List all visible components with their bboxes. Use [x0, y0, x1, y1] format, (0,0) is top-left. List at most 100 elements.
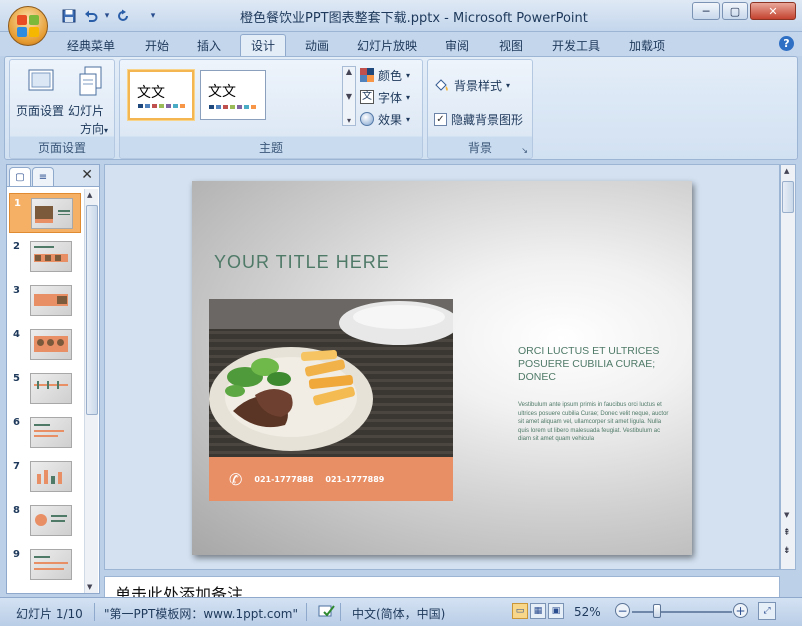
office-logo-icon [17, 15, 39, 37]
tab-slideshow[interactable]: 幻灯片放映 [350, 34, 424, 56]
slide-thumbnail[interactable]: 2 [9, 237, 81, 277]
slide-subheading[interactable]: ORCI LUCTUS ET ULTRICES POSUERE CUBILIA … [518, 345, 668, 384]
slide-number: 6 [13, 417, 20, 428]
tab-view[interactable]: 视图 [490, 34, 532, 56]
notes-pane[interactable]: 单击此处添加备注 [104, 576, 780, 598]
scrollbar-thumb[interactable] [86, 205, 98, 415]
tab-developer[interactable]: 开发工具 [544, 34, 608, 56]
tab-animations[interactable]: 动画 [296, 34, 338, 56]
ribbon-tabs: 经典菜单 开始 插入 设计 动画 幻灯片放映 审阅 视图 开发工具 加载项 [0, 32, 802, 56]
chevron-down-icon: ▾ [406, 114, 411, 124]
scroll-down-icon[interactable]: ▼ [346, 92, 352, 101]
page-setup-icon [28, 68, 54, 97]
redo-icon[interactable] [114, 7, 132, 25]
scrollbar-thumb[interactable] [782, 181, 794, 213]
save-icon[interactable] [60, 7, 78, 25]
slide-thumbnail[interactable]: 1 [9, 193, 81, 233]
next-slide-icon[interactable]: ⇟ [783, 547, 791, 556]
background-styles-button[interactable]: 背景样式 ▾ [434, 76, 510, 94]
tab-insert[interactable]: 插入 [188, 34, 230, 56]
theme-name[interactable]: "第一PPT模板网：www.1ppt.com" [104, 605, 298, 622]
theme-fonts-button[interactable]: 文 字体 ▾ [360, 88, 410, 106]
close-button[interactable]: ✕ [750, 2, 796, 20]
slide-thumbnail[interactable]: 3 [9, 281, 81, 321]
tab-addins[interactable]: 加载项 [620, 34, 674, 56]
gallery-expand-icon[interactable]: ▾ [347, 116, 351, 125]
chevron-down-icon: ▾ [506, 80, 511, 90]
scroll-up-icon[interactable]: ▲ [346, 67, 352, 76]
outline-tab-icon[interactable]: ≡ [32, 167, 54, 186]
zoom-slider-track[interactable] [632, 611, 732, 613]
chevron-down-icon: ▾ [406, 70, 411, 80]
zoom-in-button[interactable]: + [733, 603, 748, 618]
hide-background-graphics[interactable]: ✓ 隐藏背景图形 [434, 110, 523, 128]
group-page-setup: 页面设置 幻灯片 方向▾ 页面设置 [9, 59, 115, 159]
slide-sorter-view-icon[interactable]: ▦ [530, 603, 546, 619]
theme-fonts-label: 字体 [378, 90, 403, 105]
scroll-up-icon[interactable]: ▲ [87, 191, 92, 199]
language-indicator[interactable]: 中文(简体，中国) [352, 605, 445, 622]
notes-placeholder[interactable]: 单击此处添加备注 [115, 581, 243, 597]
slide-thumbnail[interactable]: 5 [9, 369, 81, 409]
editor-scrollbar[interactable]: ▲ ▼ ⇞ ⇟ [780, 164, 796, 570]
slide-orientation-button[interactable]: 幻灯片 方向▾ [68, 64, 110, 136]
slides-tab-icon[interactable]: ▢ [9, 167, 31, 186]
slide-thumbnail[interactable]: 6 [9, 413, 81, 453]
maximize-button[interactable]: ▢ [722, 2, 748, 20]
scroll-down-icon[interactable]: ▼ [87, 583, 92, 591]
slide-body-text[interactable]: Vestibulum ante ipsum primis in faucibus… [518, 401, 670, 444]
slide-orientation-label-2: 方向 [80, 122, 105, 136]
thumbnail-image [30, 373, 72, 404]
scroll-up-icon[interactable]: ▲ [784, 167, 789, 175]
theme-office[interactable]: 文文 [128, 70, 194, 120]
pane-tabs: ▢ ≡ ✕ [7, 165, 99, 187]
thumbnail-image [30, 505, 72, 536]
status-separator [306, 603, 307, 621]
theme-gallery-scroll[interactable]: ▲ ▼ ▾ [342, 66, 356, 126]
theme-colors-button[interactable]: 颜色 ▾ [360, 66, 410, 84]
page-setup-button[interactable]: 页面设置 [16, 64, 64, 126]
slide-number: 8 [13, 505, 20, 516]
slide-canvas[interactable]: YOUR TITLE HERE ✆ 021-1777888 021-177788… [192, 181, 692, 555]
zoom-level[interactable]: 52% [574, 605, 601, 619]
zoom-slider-handle[interactable] [653, 604, 661, 618]
slide-number: 2 [13, 241, 20, 252]
tab-home[interactable]: 开始 [136, 34, 178, 56]
status-bar: 幻灯片 1/10 "第一PPT模板网：www.1ppt.com" 中文(简体，中… [0, 597, 802, 626]
tab-classic-menu[interactable]: 经典菜单 [58, 34, 124, 56]
close-icon[interactable]: ✕ [81, 167, 93, 183]
spell-check-icon[interactable] [318, 604, 336, 621]
slide-title[interactable]: YOUR TITLE HERE [214, 252, 390, 273]
window-title: 橙色餐饮业PPT图表整套下载.pptx - Microsoft PowerPoi… [240, 11, 588, 26]
slide-number: 5 [13, 373, 20, 384]
help-icon[interactable]: ? [779, 36, 794, 51]
minimize-button[interactable]: ─ [692, 2, 720, 20]
tab-design[interactable]: 设计 [240, 34, 286, 56]
scroll-down-icon[interactable]: ▼ [784, 511, 789, 519]
previous-slide-icon[interactable]: ⇞ [783, 529, 791, 538]
dialog-launcher-icon[interactable]: ↘ [521, 146, 528, 155]
fit-to-window-icon[interactable]: ⤢ [758, 602, 776, 620]
phone-number-2[interactable]: 021-1777889 [325, 475, 384, 484]
group-label-themes: 主题 [258, 141, 283, 155]
theme-effects-button[interactable]: 效果 ▾ [360, 110, 410, 128]
customize-qat-icon[interactable]: ▾ [144, 7, 162, 25]
slides-pane: ▢ ≡ ✕ 1 2 3 4 5 6 7 8 9 ▲ ▼ [6, 164, 100, 594]
theme-alt[interactable]: 文文 [200, 70, 266, 120]
thumbnail-image [30, 417, 72, 448]
phone-number-1[interactable]: 021-1777888 [254, 475, 313, 484]
slide-thumbnail[interactable]: 8 [9, 501, 81, 541]
slideshow-view-icon[interactable]: ▣ [548, 603, 564, 619]
slide-thumbnail[interactable]: 4 [9, 325, 81, 365]
food-photo[interactable] [209, 299, 453, 457]
zoom-out-button[interactable]: − [615, 603, 630, 618]
slide-number: 9 [13, 549, 20, 560]
slide-thumbnail[interactable]: 9 [9, 545, 81, 585]
normal-view-icon[interactable]: ▭ [512, 603, 528, 619]
checkbox-checked-icon[interactable]: ✓ [434, 112, 447, 126]
office-button[interactable] [8, 6, 48, 46]
tab-review[interactable]: 审阅 [436, 34, 478, 56]
thumbnail-scrollbar[interactable]: ▲ ▼ [84, 189, 98, 593]
slide-thumbnail[interactable]: 7 [9, 457, 81, 497]
slide-number: 4 [13, 329, 20, 340]
